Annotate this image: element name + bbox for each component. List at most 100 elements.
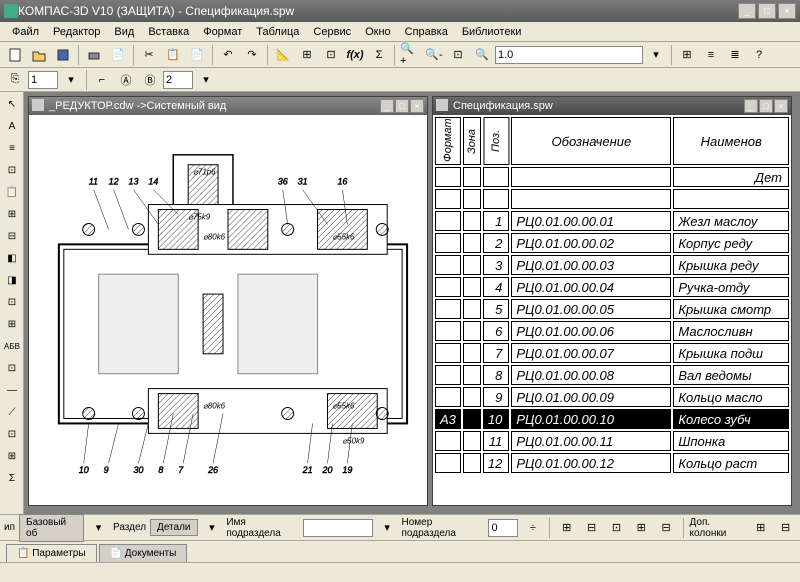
tool-button[interactable]: ≡ — [2, 138, 22, 158]
menu-insert[interactable]: Вставка — [142, 24, 195, 40]
child-minimize[interactable]: _ — [744, 99, 758, 113]
tool-button[interactable]: ⊡ — [2, 160, 22, 180]
subname-combo[interactable] — [303, 519, 373, 537]
menu-format[interactable]: Формат — [197, 24, 248, 40]
tool-button[interactable]: ⊡ — [2, 424, 22, 444]
spec-table[interactable]: Формат Зона Поз. Обозначение Наименов Де… — [433, 115, 791, 475]
tab-docs[interactable]: 📄 Документы — [99, 544, 188, 562]
base-button[interactable]: Базовый об — [19, 514, 84, 542]
child-close[interactable]: × — [774, 99, 788, 113]
close-button[interactable]: × — [778, 3, 796, 19]
menu-table[interactable]: Таблица — [250, 24, 305, 40]
tool-text2[interactable]: АБВ — [2, 336, 22, 356]
menu-editor[interactable]: Редактор — [47, 24, 106, 40]
child-maximize[interactable]: □ — [395, 99, 409, 113]
menu-libraries[interactable]: Библиотеки — [456, 24, 528, 40]
dropdown-button[interactable]: ▾ — [202, 517, 223, 539]
open-button[interactable] — [28, 44, 50, 66]
tool-button[interactable]: ⊟ — [775, 517, 796, 539]
table-row[interactable]: 5РЦ0.01.00.00.05Крышка смотр — [435, 299, 789, 319]
tool-button[interactable]: ◨ — [2, 270, 22, 290]
child-maximize[interactable]: □ — [759, 99, 773, 113]
copy-button[interactable]: 📋 — [162, 44, 184, 66]
grid-button[interactable]: ⊟ — [581, 517, 602, 539]
dropdown-button[interactable]: ▾ — [645, 44, 667, 66]
tool-button[interactable]: ⊡ — [320, 44, 342, 66]
spec-titlebar[interactable]: Спецификация.spw _ □ × — [433, 97, 791, 115]
dropdown-button[interactable]: ▾ — [377, 517, 398, 539]
table-row[interactable]: 9РЦ0.01.00.00.09Кольцо масло — [435, 387, 789, 407]
tool-button[interactable]: Σ — [368, 44, 390, 66]
preview-button[interactable]: 📄 — [107, 44, 129, 66]
cut-button[interactable]: ✂ — [138, 44, 160, 66]
tool-button[interactable]: ≣ — [724, 44, 746, 66]
page-button[interactable]: ⎘ — [4, 69, 26, 91]
menu-file[interactable]: Файл — [6, 24, 45, 40]
tool-button[interactable]: ⊞ — [2, 446, 22, 466]
tool-button[interactable]: ⊡ — [2, 358, 22, 378]
table-row[interactable]: 8РЦ0.01.00.00.08Вал ведомы — [435, 365, 789, 385]
tool-button[interactable]: ⊞ — [750, 517, 771, 539]
zoom-tool-button[interactable]: 🔍 — [471, 44, 493, 66]
dropdown-button[interactable]: ▾ — [195, 69, 217, 91]
table-row[interactable]: А310РЦ0.01.00.00.10Колесо зубч — [435, 409, 789, 429]
table-row[interactable]: 4РЦ0.01.00.00.04Ручка-отду — [435, 277, 789, 297]
tool-button[interactable]: ⊞ — [631, 517, 652, 539]
zoom-fit-button[interactable]: ⊡ — [447, 44, 469, 66]
table-row[interactable]: 6РЦ0.01.00.00.06Маслосливн — [435, 321, 789, 341]
tool-button[interactable]: ⊟ — [2, 226, 22, 246]
tool-button[interactable]: ⟋ — [2, 402, 22, 422]
minimize-button[interactable]: _ — [738, 3, 756, 19]
zoom-in-button[interactable]: 🔍+ — [399, 44, 421, 66]
menu-window[interactable]: Окно — [359, 24, 397, 40]
maximize-button[interactable]: □ — [758, 3, 776, 19]
tab-params[interactable]: 📋 Параметры — [6, 544, 97, 562]
fx-button[interactable]: f(x) — [344, 44, 366, 66]
undo-button[interactable]: ↶ — [217, 44, 239, 66]
grid-button[interactable]: ⊞ — [556, 517, 577, 539]
dropdown-button[interactable]: ▾ — [60, 69, 82, 91]
tool-button[interactable]: ⌐ — [91, 69, 113, 91]
menu-view[interactable]: Вид — [108, 24, 140, 40]
page-input[interactable] — [28, 71, 58, 89]
table-row[interactable]: 11РЦ0.01.00.00.11Шпонка — [435, 431, 789, 451]
menu-service[interactable]: Сервис — [307, 24, 357, 40]
tool-button[interactable]: — — [2, 380, 22, 400]
zoom-out-button[interactable]: 🔍- — [423, 44, 445, 66]
help-button[interactable]: ? — [748, 44, 770, 66]
zoom-combo[interactable] — [495, 46, 643, 64]
page2-input[interactable] — [163, 71, 193, 89]
table-row[interactable]: 1РЦ0.01.00.00.01Жезл маслоу — [435, 211, 789, 231]
tool-button[interactable]: ⊟ — [656, 517, 677, 539]
tool-button[interactable]: ⊞ — [2, 204, 22, 224]
spec-body[interactable]: Формат Зона Поз. Обозначение Наименов Де… — [433, 115, 791, 505]
grid-button[interactable]: ⊡ — [606, 517, 627, 539]
tool-button[interactable]: ⊞ — [2, 314, 22, 334]
drawing-titlebar[interactable]: _РЕДУКТОР.cdw ->Системный вид _ □ × — [29, 97, 427, 115]
redo-button[interactable]: ↷ — [241, 44, 263, 66]
drawing-canvas[interactable]: 11 12 13 14 36 31 16 10 9 30 8 7 — [29, 115, 427, 505]
child-close[interactable]: × — [410, 99, 424, 113]
menu-help[interactable]: Справка — [399, 24, 454, 40]
save-button[interactable] — [52, 44, 74, 66]
tool-cursor[interactable]: ↖ — [2, 94, 22, 114]
tool-button[interactable]: ⊞ — [296, 44, 318, 66]
tool-button[interactable]: Ⓑ — [139, 69, 161, 91]
tool-sigma[interactable]: Σ — [2, 468, 22, 488]
table-row[interactable]: 7РЦ0.01.00.00.07Крышка подш — [435, 343, 789, 363]
tool-text[interactable]: A — [2, 116, 22, 136]
child-minimize[interactable]: _ — [380, 99, 394, 113]
paste-button[interactable]: 📄 — [186, 44, 208, 66]
tool-button[interactable]: ≡ — [700, 44, 722, 66]
new-button[interactable] — [4, 44, 26, 66]
dropdown-button[interactable]: ▾ — [88, 517, 109, 539]
table-row[interactable]: 12РЦ0.01.00.00.12Кольцо раст — [435, 453, 789, 473]
stepper-button[interactable]: ÷ — [522, 517, 543, 539]
tool-button[interactable]: ⊡ — [2, 292, 22, 312]
subnum-input[interactable] — [488, 519, 518, 537]
tool-button[interactable]: ◧ — [2, 248, 22, 268]
details-button[interactable]: Детали — [150, 519, 197, 536]
tool-button[interactable]: 📋 — [2, 182, 22, 202]
tool-button[interactable]: 📐 — [272, 44, 294, 66]
table-row[interactable]: 3РЦ0.01.00.00.03Крышка реду — [435, 255, 789, 275]
